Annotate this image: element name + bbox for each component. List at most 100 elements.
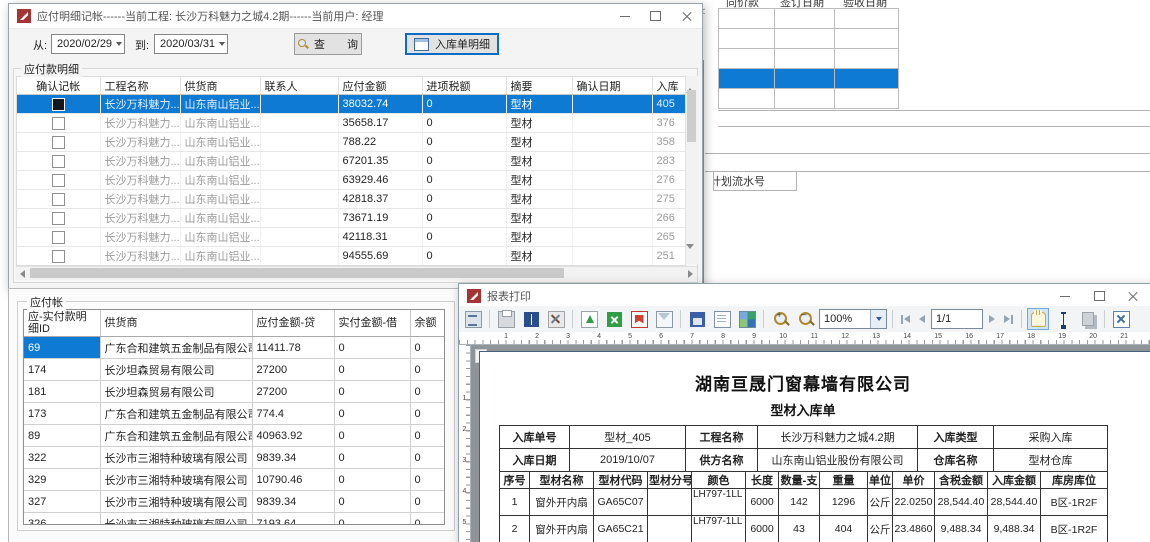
close-button[interactable] [1117, 284, 1150, 308]
page-indicator-input[interactable]: 1/1 [931, 309, 983, 329]
table-row[interactable]: 89 广东合和建筑五金制品有限公司 40963.92 0 0 [24, 425, 444, 447]
last-page-button[interactable] [1001, 315, 1016, 324]
titlebar[interactable]: 应付明细记帐------当前工程: 长沙万科魅力之城4.2期------当前用户… [9, 4, 702, 29]
scroll-left-icon[interactable] [20, 270, 25, 278]
chevron-down-icon[interactable] [217, 35, 227, 53]
bg-panel-edge [703, 60, 704, 292]
scroll-down-icon[interactable] [686, 244, 694, 261]
next-page-button[interactable] [986, 315, 998, 323]
first-page-button[interactable] [898, 315, 913, 324]
ruler-number: 13 [849, 332, 880, 344]
table-row[interactable]: 长沙万科魅力... 山东南山铝业... 38032.74 0 型材 405 [17, 95, 685, 114]
maximize-button[interactable] [640, 4, 671, 28]
column-header[interactable]: 实付金额-借 [334, 310, 410, 337]
column-header[interactable]: 应付金额 [338, 77, 422, 95]
vertical-scrollbar[interactable] [685, 76, 698, 264]
close-button[interactable] [671, 4, 702, 28]
table-row[interactable]: 长沙万科魅力... 山东南山铝业... 94555.69 0 型材 251 [17, 247, 685, 266]
column-header[interactable]: 工程名称 [100, 77, 180, 95]
column-header[interactable]: 摘要 [506, 77, 572, 95]
detail-column-header: 型材分号 [648, 472, 692, 489]
zoom-out-button[interactable] [794, 308, 816, 330]
table-row[interactable]: 长沙万科魅力... 山东南山铝业... 35658.17 0 型材 376 [17, 114, 685, 133]
desktop: 同价款 签订日期 验收日期 < 计划流水号 应付明细记帐------当前工程: … [0, 0, 1150, 542]
column-header[interactable]: 余额 [410, 310, 444, 337]
text-select-button[interactable] [1052, 308, 1074, 330]
ruler-number: 1 [477, 332, 508, 344]
table-row[interactable]: 322 长沙市三湘特种玻璃有限公司 9839.34 0 0 [24, 447, 444, 469]
confirm-checkbox[interactable] [52, 117, 65, 130]
id-cell: 327 [24, 491, 100, 513]
copy-pages-button[interactable] [1077, 308, 1099, 330]
table-row[interactable]: 长沙万科魅力... 山东南山铝业... 67201.35 0 型材 283 [17, 152, 685, 171]
preview-area[interactable]: 湖南亘晟门窗幕墙有限公司 型材入库单 入库单号 型材_405 工程名称 长沙万科… [471, 345, 1150, 542]
column-header[interactable]: 入库 [652, 77, 685, 95]
inbound-no-cell: 358 [652, 133, 685, 152]
column-header[interactable]: 进项税额 [422, 77, 506, 95]
confirm-checkbox[interactable] [52, 174, 65, 187]
save-button[interactable] [686, 308, 708, 330]
export-button[interactable] [578, 308, 600, 330]
column-header[interactable]: 确认日期 [572, 77, 652, 95]
no-cell: 2 [500, 516, 530, 542]
zoom-in-button[interactable] [769, 308, 791, 330]
table-row[interactable]: 326 长沙市三湘特种玻璃有限公司 7193.64 0 0 [24, 513, 444, 526]
print-button[interactable] [495, 308, 517, 330]
page-setup-button[interactable] [545, 308, 567, 330]
confirm-checkbox[interactable] [52, 98, 65, 111]
single-page-button[interactable] [711, 308, 733, 330]
confirm-checkbox[interactable] [52, 231, 65, 244]
confirm-checkbox[interactable] [52, 212, 65, 225]
close-preview-button[interactable] [1110, 308, 1132, 330]
confirm-checkbox[interactable] [52, 193, 65, 206]
report-page: 湖南亘晟门窗幕墙有限公司 型材入库单 入库单号 型材_405 工程名称 长沙万科… [479, 351, 1150, 542]
query-button[interactable]: 查 询 [294, 33, 362, 55]
chevron-down-icon[interactable] [114, 35, 124, 53]
table-row[interactable]: 长沙万科魅力... 山东南山铝业... 788.22 0 型材 358 [17, 133, 685, 152]
table-row[interactable]: 长沙万科魅力... 山东南山铝业... 73671.19 0 型材 266 [17, 209, 685, 228]
horizontal-scrollbar[interactable] [16, 266, 697, 280]
send-mail-button[interactable] [653, 308, 675, 330]
table-row[interactable]: 69 广东合和建筑五金制品有限公司 11411.78 0 0 [24, 337, 444, 359]
confirm-checkbox[interactable] [52, 136, 65, 149]
confirm-checkbox[interactable] [52, 250, 65, 263]
table-row[interactable]: 181 长沙坦森贸易有限公司 27200 0 0 [24, 381, 444, 403]
table-row[interactable]: 173 广东合和建筑五金制品有限公司 774.4 0 0 [24, 403, 444, 425]
from-date-select[interactable]: 2020/02/29 [51, 34, 125, 54]
scrollbar-thumb[interactable] [30, 268, 564, 278]
column-header[interactable]: 应-实付款明细ID [24, 310, 100, 337]
to-date-select[interactable]: 2020/03/31 [154, 34, 228, 54]
table-row[interactable]: 长沙万科魅力... 山东南山铝业... 42818.37 0 型材 275 [17, 190, 685, 209]
column-header[interactable]: 应付金额-贷 [252, 310, 334, 337]
column-header[interactable]: 供货商 [100, 310, 252, 337]
balance-cell: 0 [410, 491, 444, 513]
bg-selected-row[interactable] [719, 69, 775, 89]
prev-page-button[interactable] [916, 315, 928, 323]
balance-cell: 0 [410, 469, 444, 491]
to-date-value: 2020/03/31 [155, 38, 217, 50]
table-row[interactable]: 327 长沙市三湘特种玻璃有限公司 9839.34 0 0 [24, 491, 444, 513]
confirm-checkbox[interactable] [52, 155, 65, 168]
column-header[interactable]: 确认记帐 [17, 77, 100, 95]
export-excel-button[interactable] [603, 308, 625, 330]
maximize-button[interactable] [1082, 284, 1117, 308]
toc-panel-button[interactable] [462, 308, 484, 330]
multi-page-button[interactable] [736, 308, 758, 330]
column-header[interactable]: 供货商 [180, 77, 260, 95]
credit-cell: 11411.78 [252, 337, 334, 359]
export-pdf-button[interactable] [628, 308, 650, 330]
table-row[interactable]: 长沙万科魅力... 山东南山铝业... 42118.31 0 型材 265 [17, 228, 685, 247]
scroll-right-icon[interactable] [688, 270, 693, 278]
minimize-button[interactable] [1047, 284, 1082, 308]
table-row[interactable]: 174 长沙坦森贸易有限公司 27200 0 0 [24, 359, 444, 381]
minimize-button[interactable] [609, 4, 640, 28]
zoom-select[interactable]: 100% [819, 309, 887, 329]
scrollbar-thumb[interactable] [687, 90, 696, 142]
column-header[interactable]: 联系人 [260, 77, 338, 95]
table-row[interactable]: 329 长沙市三湘特种玻璃有限公司 10790.46 0 0 [24, 469, 444, 491]
chevron-down-icon[interactable] [870, 310, 886, 328]
open-button[interactable] [520, 308, 542, 330]
table-row[interactable]: 长沙万科魅力... 山东南山铝业... 63929.46 0 型材 276 [17, 171, 685, 190]
hand-tool-button[interactable] [1027, 308, 1049, 330]
inbound-detail-button[interactable]: 入库单明细 [405, 33, 499, 55]
